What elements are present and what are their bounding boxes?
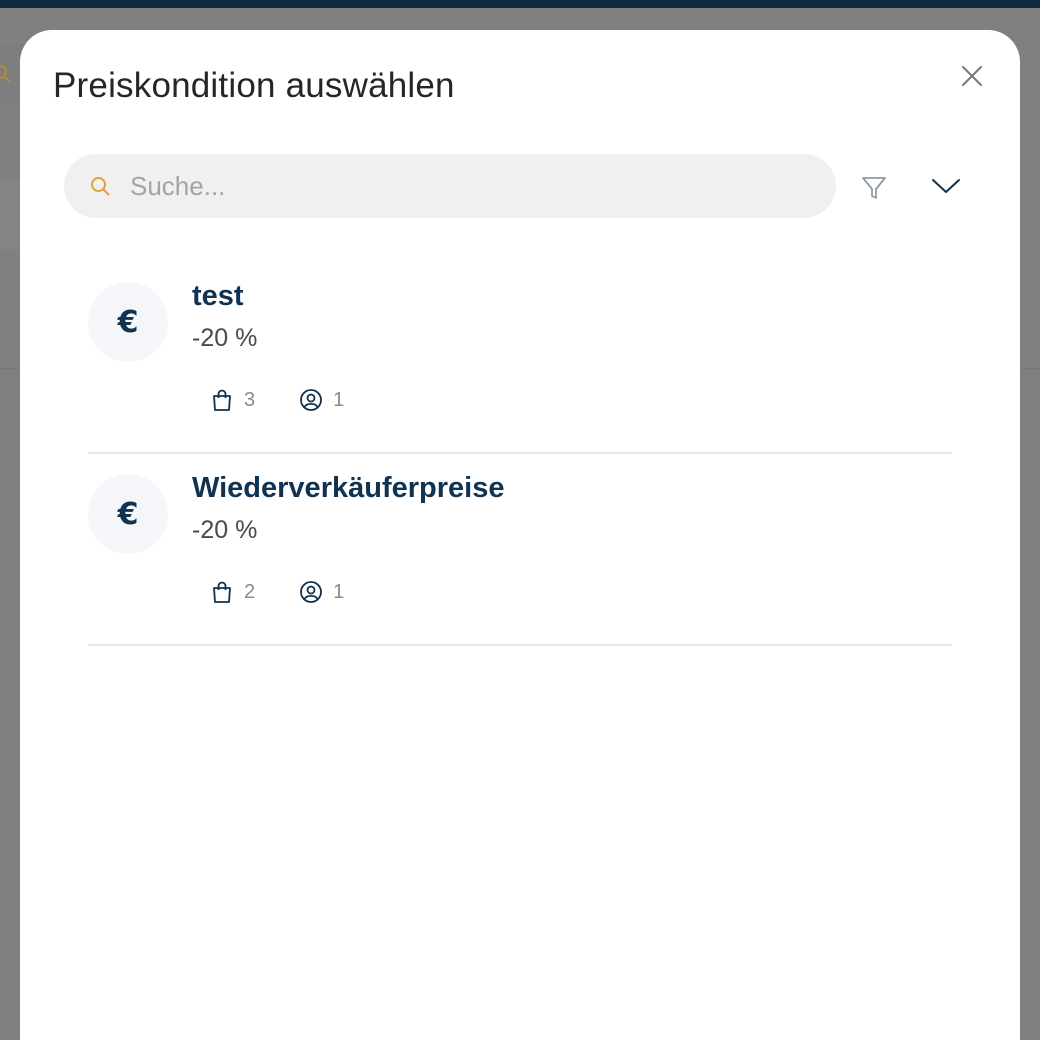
item-discount: -20 % xyxy=(192,516,258,544)
products-count-group: 3 xyxy=(210,388,255,412)
search-input[interactable] xyxy=(130,166,810,206)
user-circle-icon xyxy=(300,389,323,411)
list-item[interactable]: € Wiederverkäuferpreise -20 % 2 1 xyxy=(88,454,952,646)
search-icon xyxy=(91,177,110,196)
customers-count-group: 1 xyxy=(299,580,344,604)
euro-icon: € xyxy=(117,304,139,340)
item-name: Wiederverkäuferpreise xyxy=(192,472,505,504)
customers-count: 1 xyxy=(333,580,345,603)
user-circle-icon xyxy=(300,581,323,603)
filter-icon xyxy=(862,177,886,199)
customers-count: 1 xyxy=(333,388,345,411)
products-count-group: 2 xyxy=(210,580,255,604)
close-button[interactable] xyxy=(956,60,988,92)
app-header-bar xyxy=(0,0,1040,8)
item-meta: 2 1 xyxy=(210,580,388,604)
chevron-down-icon xyxy=(932,179,960,193)
background-search-icon xyxy=(0,65,11,83)
price-condition-modal: Preiskondition auswählen € test -20 % xyxy=(20,30,1020,1040)
shopping-bag-icon xyxy=(213,581,231,603)
expand-button[interactable] xyxy=(926,170,966,202)
search-box[interactable] xyxy=(64,154,836,218)
item-meta: 3 1 xyxy=(210,388,388,412)
products-count: 2 xyxy=(244,580,256,603)
shopping-bag-icon xyxy=(213,389,231,411)
filter-button[interactable] xyxy=(858,172,890,204)
item-discount: -20 % xyxy=(192,324,258,352)
euro-icon: € xyxy=(117,496,139,532)
price-condition-list: € test -20 % 3 1 € Wiederverkäuferpreise… xyxy=(88,262,952,646)
avatar: € xyxy=(88,474,168,554)
close-icon xyxy=(962,66,982,86)
list-item[interactable]: € test -20 % 3 1 xyxy=(88,262,952,454)
customers-count-group: 1 xyxy=(299,388,344,412)
products-count: 3 xyxy=(244,388,256,411)
modal-title: Preiskondition auswählen xyxy=(53,66,455,105)
avatar: € xyxy=(88,282,168,362)
item-name: test xyxy=(192,280,244,312)
